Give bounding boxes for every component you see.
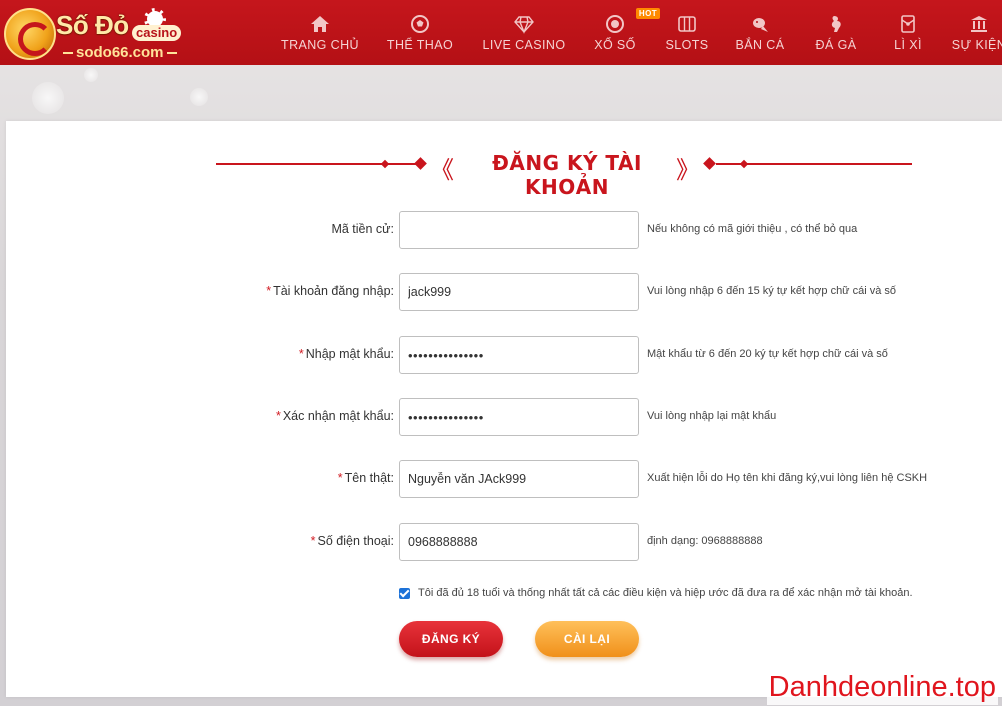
nav-label: LÌ XÌ <box>894 37 922 52</box>
required-mark: * <box>298 347 304 361</box>
site-logo[interactable]: Số Đỏ casino sodo66.com <box>4 4 194 62</box>
phone-label: * Số điện thoại: <box>310 534 394 548</box>
referral-code-row: Mã tiền cử: Nếu không có mã giới thiệu ,… <box>6 211 1002 249</box>
diamond-ornament-icon <box>380 159 390 169</box>
nav-label: SỰ KIỆN <box>951 37 1002 52</box>
required-mark: * <box>266 284 272 298</box>
username-row: *Tài khoản đăng nhập: Vui lòng nhập 6 đế… <box>6 273 1002 311</box>
page-title: ĐĂNG KÝ TÀI KHOẢN <box>492 151 642 199</box>
referral-code-hint: Nếu không có mã giới thiệu , có thể bỏ q… <box>647 223 858 235</box>
referral-code-label: Mã tiền cử: <box>331 222 394 236</box>
confirm-password-hint: Vui lòng nhập lại mật khẩu <box>647 410 777 422</box>
real-name-label: * Tên thật: <box>337 471 394 485</box>
lottery-ball-icon <box>605 14 625 34</box>
phone-hint: định dạng: 0968888888 <box>647 535 763 547</box>
terms-text: Tôi đã đủ 18 tuổi và thống nhất tất cả c… <box>418 587 913 599</box>
nav-item-fishing[interactable]: BẮN CÁ <box>722 0 798 65</box>
register-button[interactable]: ĐĂNG KÝ <box>399 621 503 657</box>
required-mark: * <box>337 471 343 485</box>
nav-item-home[interactable]: TRANG CHỦ <box>270 0 370 65</box>
real-name-hint: Xuất hiện lỗi do Họ tên khi đăng ký,vui … <box>647 472 928 484</box>
confirm-password-input[interactable] <box>399 398 639 436</box>
left-bracket-ornament: 《 <box>430 156 454 184</box>
diamond-ornament-icon <box>703 157 716 170</box>
form-title-row: 《 ĐĂNG KÝ TÀI KHOẢN 》 <box>216 151 916 199</box>
terms-checkbox[interactable] <box>399 587 410 599</box>
background-bokeh <box>190 88 208 106</box>
nav-item-slots[interactable]: SLOTS <box>652 0 722 65</box>
diamond-ornament-icon <box>414 157 427 170</box>
username-label: * Tài khoản đăng nhập: <box>266 284 394 298</box>
nav-item-lucky-money[interactable]: LÌ XÌ <box>874 0 942 65</box>
nav-label: TRANG CHỦ <box>281 37 359 52</box>
title-divider-right <box>716 163 912 165</box>
right-bracket-ornament: 》 <box>676 156 700 184</box>
nav-item-live-casino[interactable]: LIVE CASINO <box>470 0 578 65</box>
nav-label: THỂ THAO <box>386 37 454 52</box>
background-bokeh <box>32 82 64 114</box>
real-name-input[interactable] <box>399 460 639 498</box>
nav-item-events[interactable]: SỰ KIỆN <box>942 0 1002 65</box>
soccer-ball-icon <box>410 14 430 34</box>
confirm-password-row: *Xác nhận mật khẩu: Vui lòng nhập lại mậ… <box>6 398 1002 436</box>
required-mark: * <box>310 534 316 548</box>
fish-icon <box>750 14 770 34</box>
logo-casino-tag: casino <box>132 25 182 41</box>
phone-row: *Số điện thoại: định dạng: 0968888888 <box>6 523 1002 561</box>
top-navigation-bar: Số Đỏ casino sodo66.com TRANG CHỦ THỂ TH… <box>0 0 1002 65</box>
real-name-row: *Tên thật: Xuất hiện lỗi do Họ tên khi đ… <box>6 460 1002 498</box>
password-row: *Nhập mật khẩu: Mật khẩu từ 6 đến 20 ký … <box>6 336 1002 374</box>
password-hint: Mật khẩu từ 6 đến 20 ký tự kết hợp chữ c… <box>647 348 888 360</box>
confirm-password-label: * Xác nhận mật khẩu: <box>275 409 394 423</box>
watermark-text: Danhdeonline.top <box>766 669 998 705</box>
phone-input[interactable] <box>399 523 639 561</box>
nav-label: SLOTS <box>665 37 709 52</box>
rooster-icon <box>826 14 846 34</box>
logo-brand-name: Số Đỏ <box>56 10 129 40</box>
nav-item-lottery[interactable]: XỔ SỐ HOT <box>578 0 660 65</box>
nav-label: XỔ SỐ <box>594 37 636 52</box>
required-mark: * <box>275 409 281 423</box>
nav-item-sports[interactable]: THỂ THAO <box>370 0 470 65</box>
username-hint: Vui lòng nhập 6 đến 15 ký tự kết hợp chữ… <box>647 285 897 297</box>
background-bokeh <box>84 68 98 82</box>
password-input[interactable] <box>399 336 639 374</box>
main-nav: TRANG CHỦ THỂ THAO LIVE CASINO XỔ SỐ HOT <box>270 0 1002 65</box>
red-envelope-icon <box>898 14 918 34</box>
nav-item-cockfight[interactable]: ĐÁ GÀ <box>798 0 874 65</box>
username-input[interactable] <box>399 273 639 311</box>
terms-agreement: Tôi đã đủ 18 tuổi và thống nhất tất cả c… <box>399 585 913 601</box>
nav-label: ĐÁ GÀ <box>815 37 857 52</box>
nav-label: LIVE CASINO <box>482 37 566 52</box>
reset-button[interactable]: CÀI LẠI <box>535 621 639 657</box>
home-icon <box>310 14 330 34</box>
password-label: * Nhập mật khẩu: <box>298 347 394 361</box>
registration-card: 《 ĐĂNG KÝ TÀI KHOẢN 》 Mã tiền cử: Nếu kh… <box>6 121 1002 697</box>
nav-label: BẮN CÁ <box>735 37 785 52</box>
slot-machine-icon <box>677 14 697 34</box>
diamond-icon <box>514 14 534 34</box>
referral-code-input[interactable] <box>399 211 639 249</box>
event-building-icon <box>969 14 989 34</box>
logo-site-url: sodo66.com <box>60 44 180 61</box>
logo-emblem-icon <box>4 8 56 60</box>
